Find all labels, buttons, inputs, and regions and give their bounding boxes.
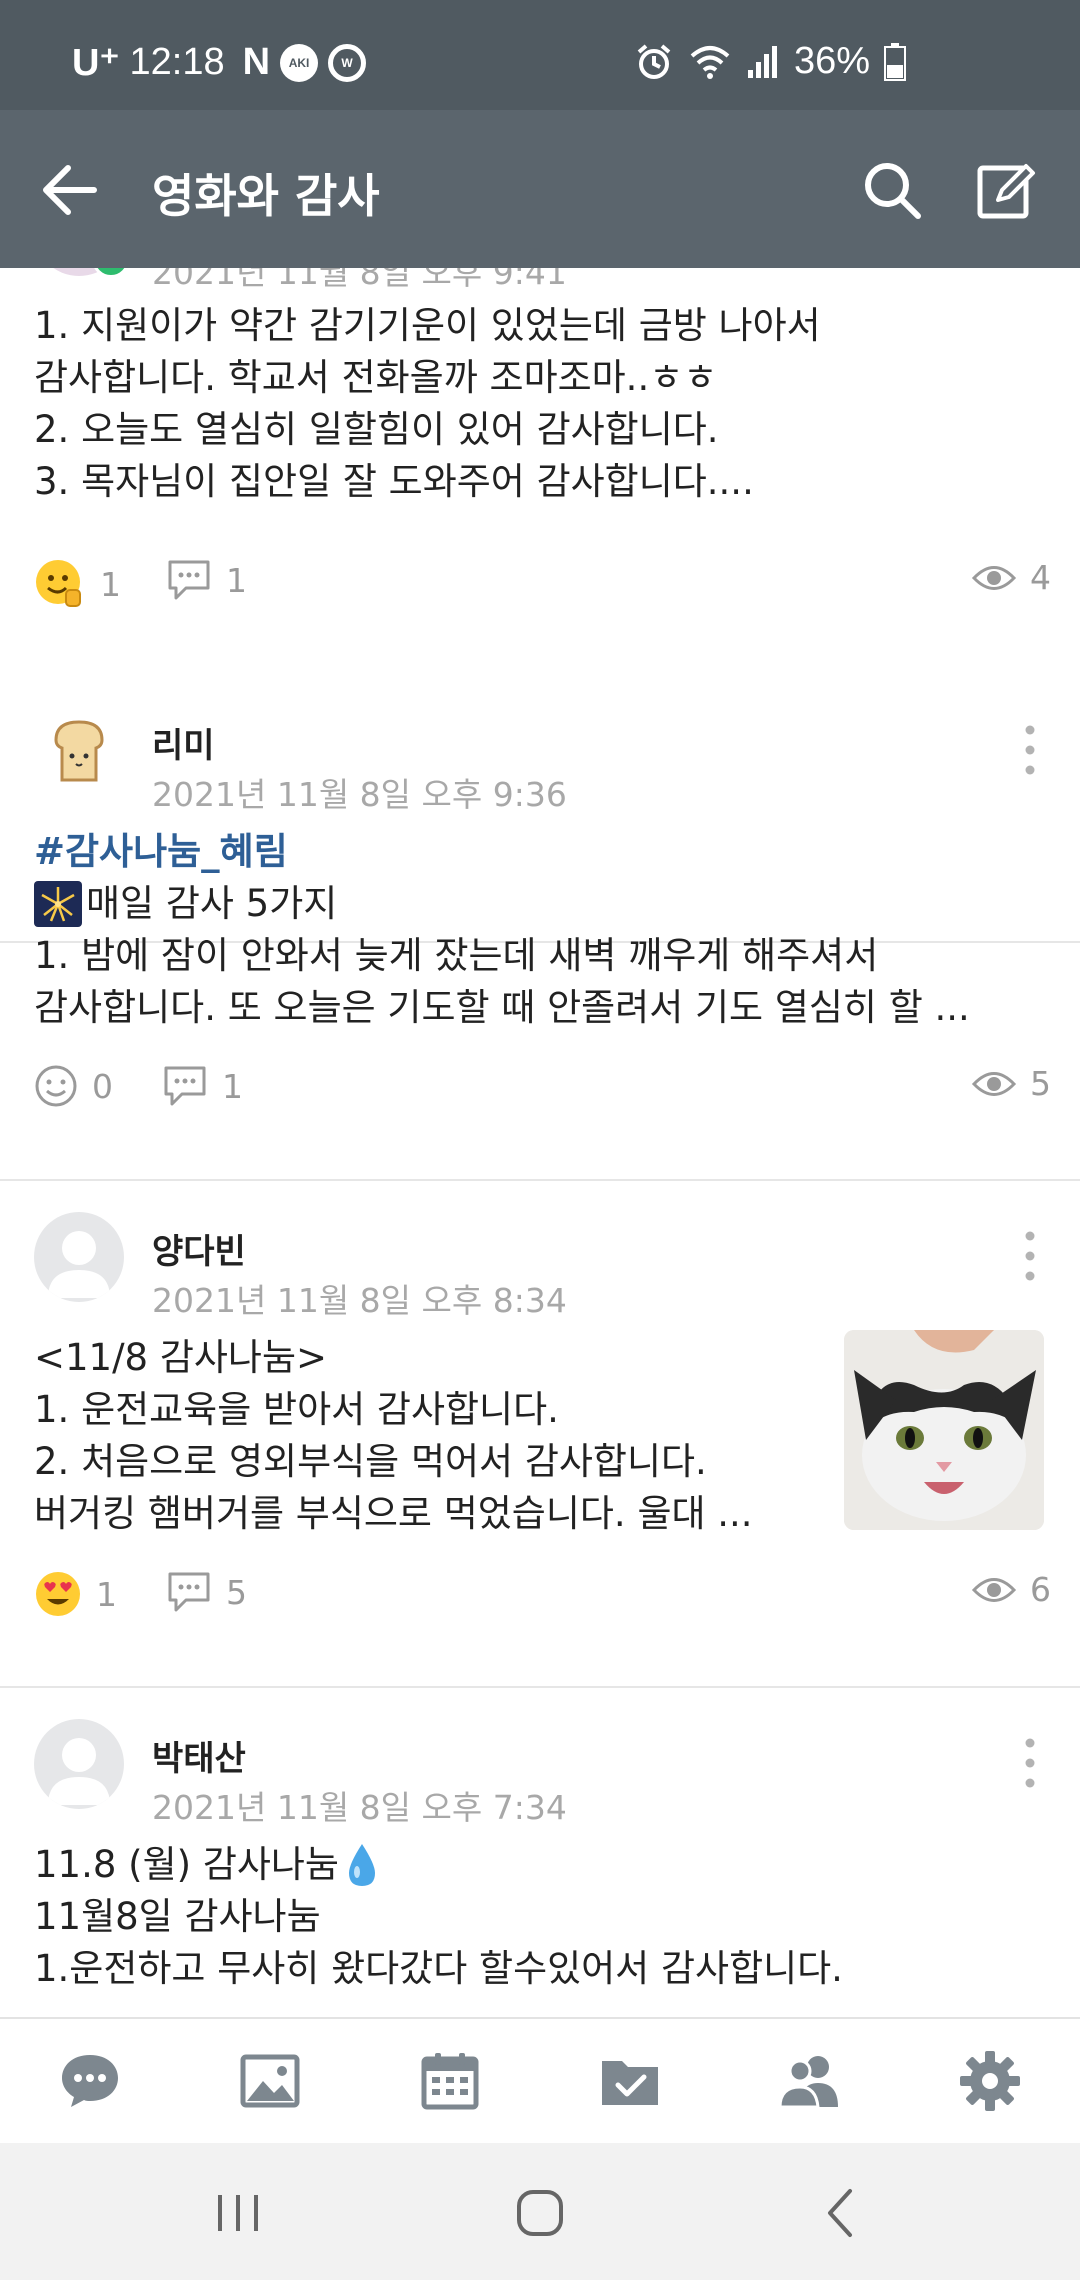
post-line: 11월8일 감사나눔 (34, 1895, 321, 1938)
post-date: 2021년 11월 8일 오후 8:34 (152, 1281, 567, 1320)
post-line: <11/8 감사나눔> (34, 1336, 328, 1379)
post-body[interactable]: #감사나눔_혜림 매일 감사 5가지 1. 밤에 잠이 안와서 늦게 잤는데 새… (34, 826, 970, 1034)
post-line: 1. 운전교육을 받아서 감사합니다. (34, 1388, 559, 1431)
comment-icon (164, 1066, 206, 1106)
more-options-icon[interactable] (1010, 720, 1050, 780)
post-line: 3. 목자님이 집안일 잘 도와주어 감사합니다.... (34, 460, 754, 503)
post-line: 1. 지원이가 약간 감기기운이 있었는데 금방 나아서 (34, 304, 821, 347)
alarm-icon (634, 42, 674, 82)
avatar[interactable] (34, 706, 124, 796)
comment-icon (168, 1572, 210, 1612)
comment-count: 1 (226, 560, 247, 600)
system-navigation-bar (0, 2143, 1080, 2280)
eye-icon (972, 1071, 1016, 1096)
write-post-icon[interactable] (976, 160, 1036, 220)
post-stats: 1 5 6 (0, 1570, 1080, 1630)
post-line: 감사합니다. 학교서 전화올까 조마조마..ㅎㅎ (34, 356, 718, 399)
view-count-value: 5 (1030, 1064, 1051, 1103)
post-line: 1. 밤에 잠이 안와서 늦게 잤는데 새벽 깨우게 해주셔서 (34, 934, 879, 977)
view-count-value: 6 (1030, 1570, 1051, 1609)
members-icon[interactable] (778, 2049, 842, 2113)
post-feed[interactable]: 2021년 11월 8일 오후 9:41 1. 지원이가 약간 감기기운이 있었… (0, 268, 1080, 2017)
post-date: 2021년 11월 8일 오후 7:34 (152, 1788, 567, 1827)
naver-n-icon: N (242, 41, 271, 83)
more-options-icon[interactable] (1010, 1733, 1050, 1793)
clock: 12:18 (129, 41, 225, 83)
reaction-count: 1 (100, 564, 121, 604)
author-name[interactable]: 박태산 (152, 1731, 246, 1780)
post-thumbnail-image[interactable] (844, 1330, 1044, 1530)
home-icon[interactable] (510, 2183, 570, 2243)
reaction-count: 0 (92, 1066, 113, 1106)
fireworks-emoji-icon (34, 881, 82, 927)
post-item[interactable]: 양다빈 2021년 11월 8일 오후 8:34 <11/8 감사나눔> 1. … (0, 1180, 1080, 1688)
comment-icon (168, 560, 210, 600)
back-arrow-icon[interactable] (40, 160, 100, 220)
view-count-value: 4 (1030, 558, 1051, 597)
post-body[interactable]: <11/8 감사나눔> 1. 운전교육을 받아서 감사합니다. 2. 처음으로 … (34, 1332, 753, 1540)
post-body[interactable]: 1. 지원이가 약간 감기기운이 있었는데 금방 나아서 감사합니다. 학교서 … (34, 300, 821, 508)
smiley-outline-icon (35, 1065, 77, 1107)
post-stats: 1 1 4 (0, 558, 1080, 618)
more-options-icon[interactable] (1010, 1226, 1050, 1286)
aki-app-icon: AKI (280, 43, 319, 82)
shield-app-icon: W (328, 43, 367, 82)
signal-icon (746, 44, 780, 80)
recent-apps-icon[interactable] (208, 2183, 268, 2243)
post-date: 2021년 11월 8일 오후 9:36 (152, 775, 567, 814)
view-count: 5 (972, 1064, 1051, 1103)
post-line: 매일 감사 5가지 (86, 882, 338, 925)
comment-button[interactable]: 1 (166, 558, 247, 602)
eye-icon (972, 565, 1016, 590)
avatar[interactable] (34, 1212, 124, 1302)
author-name[interactable]: 리미 (152, 718, 215, 767)
comment-button[interactable]: 5 (166, 1570, 247, 1614)
avatar[interactable] (34, 1719, 124, 1809)
status-bar: U⁺ 12:18 N AKI W 36% (0, 0, 1080, 110)
droplet-emoji-icon (348, 1844, 375, 1886)
post-line: 버거킹 햄버거를 부식으로 먹었습니다. 울대 ... (34, 1492, 753, 1535)
post-stats: 0 1 5 (0, 1064, 1080, 1124)
thumbs-up-emoji-icon (36, 560, 81, 607)
system-back-icon[interactable] (812, 2183, 872, 2243)
post-line: 1.운전하고 무사히 왔다갔다 할수있어서 감사합니다. (34, 1947, 843, 1990)
reaction-button[interactable]: 1 (34, 1570, 117, 1618)
folder-check-icon[interactable] (598, 2049, 662, 2113)
post-date: 2021년 11월 8일 오후 9:41 (152, 268, 567, 292)
heart-eyes-emoji-icon (36, 1572, 80, 1616)
post-line: 2. 처음으로 영외부식을 먹어서 감사합니다. (34, 1440, 707, 1483)
search-icon[interactable] (862, 160, 922, 220)
post-item[interactable]: 리미 2021년 11월 8일 오후 9:36 #감사나눔_혜림 매일 감사 5… (0, 674, 1080, 1181)
calendar-icon[interactable] (418, 2049, 482, 2113)
comment-button[interactable]: 1 (162, 1064, 243, 1108)
eye-icon (972, 1577, 1016, 1602)
battery-percent: 36% (793, 40, 870, 82)
author-name[interactable]: 양다빈 (152, 1224, 246, 1273)
chat-icon[interactable] (58, 2049, 122, 2113)
battery-icon (884, 42, 906, 81)
view-count: 6 (972, 1570, 1051, 1609)
crown-badge-icon (92, 268, 130, 278)
post-line: 2. 오늘도 열심히 일할힘이 있어 감사합니다. (34, 408, 719, 451)
settings-icon[interactable] (958, 2049, 1022, 2113)
post-line: 감사합니다. 또 오늘은 기도할 때 안졸려서 기도 열심히 할 ... (34, 986, 970, 1029)
post-body[interactable]: 11.8 (월) 감사나눔 11월8일 감사나눔 1.운전하고 무사히 왔다갔다… (34, 1839, 843, 1995)
reaction-button[interactable]: 0 (34, 1064, 113, 1108)
wifi-icon (688, 42, 732, 82)
app-bar: 영화와 감사 (0, 110, 1080, 268)
comment-count: 5 (226, 1572, 247, 1612)
bottom-navigation (0, 2017, 1080, 2143)
reaction-count: 1 (96, 1574, 117, 1614)
hashtag[interactable]: #감사나눔_혜림 (34, 826, 970, 878)
post-line: 11.8 (월) 감사나눔 (34, 1843, 339, 1886)
photo-icon[interactable] (238, 2049, 302, 2113)
comment-count: 1 (222, 1066, 243, 1106)
reaction-button[interactable]: 1 (34, 558, 121, 610)
page-title: 영화와 감사 (152, 169, 380, 223)
view-count: 4 (972, 558, 1051, 597)
carrier-label: U⁺ (72, 42, 120, 84)
post-item[interactable]: 박태산 2021년 11월 8일 오후 7:34 11.8 (월) 감사나눔 1… (0, 1687, 1080, 2017)
